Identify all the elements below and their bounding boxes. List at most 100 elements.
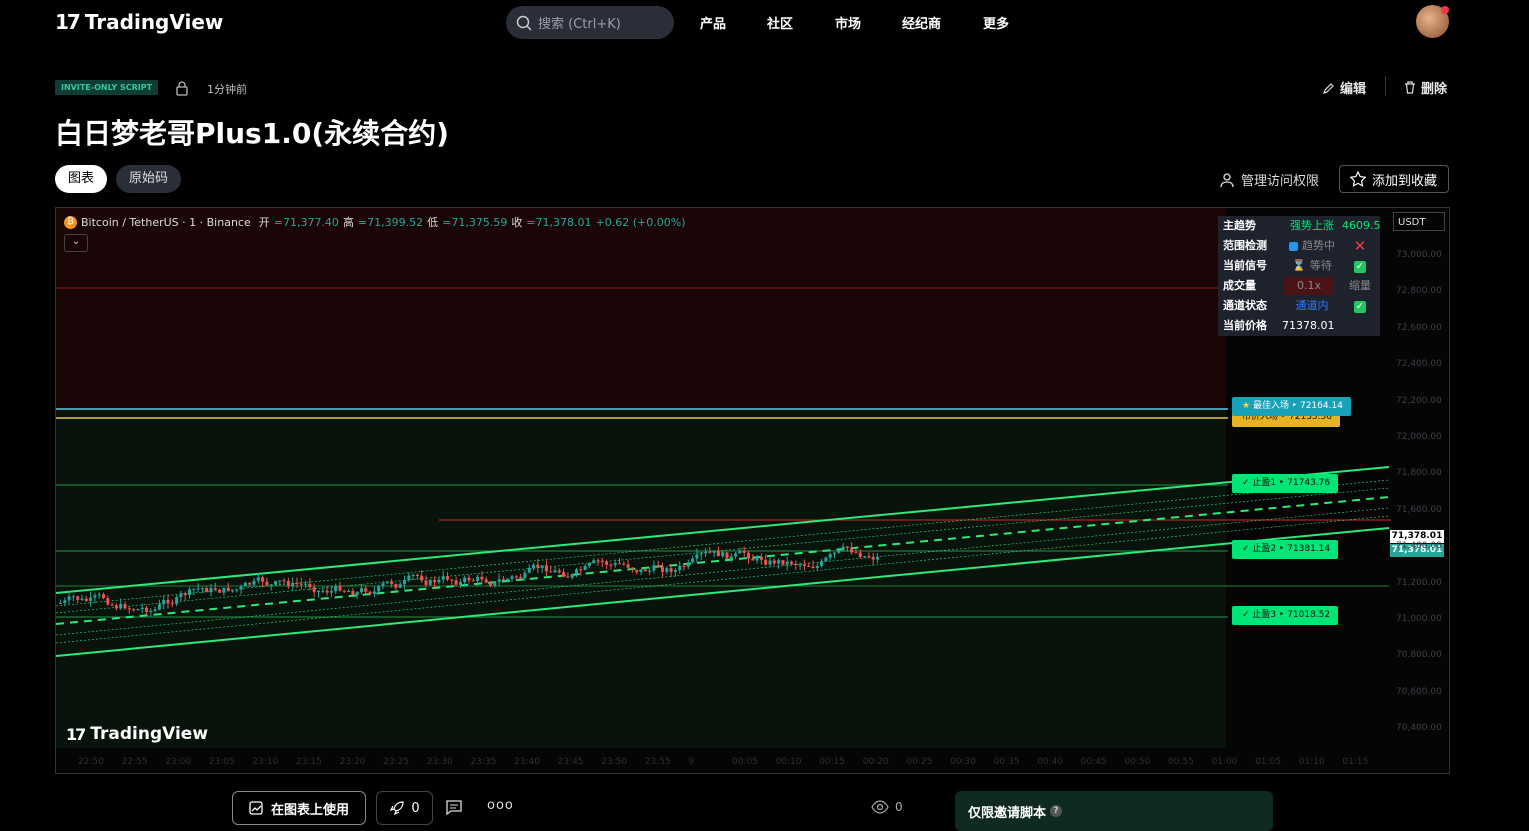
candle-body <box>618 563 621 565</box>
panel-label: 成交量 <box>1223 279 1256 292</box>
candle-body <box>80 598 84 600</box>
upper-zone <box>56 208 1226 408</box>
candle-body <box>471 580 475 582</box>
currency-selector[interactable]: USDT <box>1393 212 1445 231</box>
candle-body <box>226 587 230 591</box>
candle-body <box>549 571 553 573</box>
time-tick: 00:50 <box>1124 757 1151 767</box>
candle-body <box>695 554 699 559</box>
candle-body <box>282 580 286 582</box>
boost-button[interactable]: 0 <box>376 791 433 825</box>
candle-body <box>102 594 105 599</box>
candle-body <box>145 607 148 612</box>
candle-body <box>833 552 836 555</box>
candle-body <box>428 580 432 585</box>
search-input[interactable]: 搜索 (Ctrl+K) <box>506 6 674 39</box>
candle-body <box>179 593 183 598</box>
candle-body <box>304 583 308 585</box>
candle-body <box>759 556 763 560</box>
candle-body <box>403 580 406 585</box>
tab-source-code[interactable]: 原始码 <box>116 165 182 193</box>
candle-body <box>222 587 226 593</box>
tab-chart[interactable]: 图表 <box>55 165 108 193</box>
candle-body <box>699 553 703 555</box>
panel-label: 通道状态 <box>1223 299 1267 312</box>
nav-brokers[interactable]: 经纪商 <box>902 13 941 32</box>
candle-body <box>218 589 222 593</box>
candle-body <box>772 560 776 564</box>
candle-body <box>278 580 282 582</box>
candle-body <box>673 570 677 572</box>
views-count: 0 <box>895 800 903 814</box>
candle-body <box>329 591 333 593</box>
candle-body <box>876 557 879 560</box>
watermark-text: TradingView <box>90 724 209 744</box>
candle-body <box>519 576 523 579</box>
divider <box>1385 76 1386 96</box>
candle-body <box>321 590 325 592</box>
time-tick: 23:55 <box>644 757 671 767</box>
candle-body <box>63 600 67 603</box>
high-value: =71,399.52 <box>357 215 424 229</box>
price-tick: 71,600.00 <box>1396 504 1442 515</box>
candle-body <box>157 604 161 610</box>
candle-body <box>656 565 660 568</box>
panel-value: 71378.01 <box>1282 319 1335 332</box>
brand-name: TradingView <box>84 10 224 34</box>
add-favorite-button[interactable]: 添加到收藏 <box>1339 165 1449 193</box>
time-tick: 00:45 <box>1080 757 1107 767</box>
price-tick: 72,200.00 <box>1396 395 1442 406</box>
candle-body <box>149 610 153 612</box>
comment-icon[interactable] <box>445 798 463 816</box>
tradingview-logo-icon: 17 <box>66 724 86 744</box>
tradingview-logo[interactable]: 17 TradingView <box>55 10 223 34</box>
edit-button[interactable]: 编辑 <box>1323 78 1366 97</box>
use-on-chart-button[interactable]: 在图表上使用 <box>232 791 366 825</box>
nav-more[interactable]: 更多 <box>983 13 1009 32</box>
price-tick: 71,400.00 <box>1396 541 1442 552</box>
manage-access-button[interactable]: 管理访问权限 <box>1219 170 1319 189</box>
price-tick: 72,000.00 <box>1396 432 1442 442</box>
time-tick: 01:15 <box>1342 757 1369 767</box>
help-icon[interactable]: ? <box>1050 805 1063 817</box>
nav-markets[interactable]: 市场 <box>835 13 861 32</box>
tp3-tag: ✓ 止盈3 ‣ 71018.52 <box>1232 606 1339 625</box>
candle-body <box>583 565 587 570</box>
candle-body <box>562 572 566 577</box>
candle-body <box>433 580 437 583</box>
candle-body <box>342 590 346 592</box>
candle-body <box>299 583 303 585</box>
time-tick: 23:25 <box>383 757 410 767</box>
nav-community[interactable]: 社区 <box>767 13 793 32</box>
candle-body <box>841 546 845 550</box>
candle-body <box>162 599 166 605</box>
candle-body <box>648 570 652 572</box>
candle-body <box>712 550 716 553</box>
candle-body <box>312 587 316 593</box>
price-tick: 70,600.00 <box>1396 686 1442 697</box>
candle-body <box>716 550 720 557</box>
candle-body <box>415 574 419 576</box>
time-tick: 00:30 <box>950 757 976 767</box>
delete-label: 删除 <box>1421 82 1448 97</box>
candle-body <box>441 576 445 580</box>
panel-label: 范围检测 <box>1223 239 1267 252</box>
candle-body <box>420 575 424 581</box>
candle-body <box>553 570 557 573</box>
candle-body <box>721 552 725 557</box>
candle-body <box>398 584 402 588</box>
time-tick: 23:20 <box>339 757 366 767</box>
candle-body <box>110 604 114 606</box>
legend-collapse-button[interactable]: ⌄ <box>64 234 88 252</box>
candle-body <box>243 582 247 587</box>
delete-button[interactable]: 删除 <box>1404 78 1447 97</box>
candle-body <box>751 558 755 561</box>
time-tick: 01:00 <box>1211 757 1238 767</box>
candle-body <box>467 577 471 581</box>
nav-products[interactable]: 产品 <box>700 13 726 32</box>
more-options-icon[interactable]: ooo <box>487 798 514 813</box>
candle-body <box>256 577 260 581</box>
symbol-name[interactable]: Bitcoin / TetherUS · 1 · Binance <box>81 216 251 229</box>
candle-body <box>850 547 854 553</box>
candle-body <box>411 574 415 576</box>
